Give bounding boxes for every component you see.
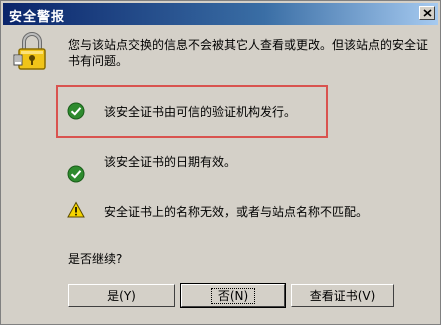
close-button[interactable] xyxy=(419,6,435,20)
title-bar[interactable]: 安全警报 xyxy=(3,3,438,25)
no-button-label: 否(N) xyxy=(210,287,256,304)
warning-icon xyxy=(67,201,85,218)
check-icon xyxy=(67,165,85,183)
view-certificate-button[interactable]: 查看证书(V) xyxy=(291,284,394,307)
lock-icon xyxy=(13,32,46,70)
close-icon xyxy=(423,9,432,17)
intro-text: 您与该站点交换的信息不会被其它人查看或更改。但该站点的安全证书有问题。 xyxy=(68,38,429,68)
continue-question: 是否继续? xyxy=(68,252,123,266)
window-title: 安全警报 xyxy=(9,10,66,25)
view-certificate-label: 查看证书(V) xyxy=(309,289,376,303)
no-button[interactable]: 否(N) xyxy=(180,283,286,308)
security-alert-dialog: 安全警报 您与该站点交换的信息不会被其它人查看或更改。但该站点的安全证书有问题。… xyxy=(0,0,441,325)
yes-button-label: 是(Y) xyxy=(107,289,136,303)
yes-button[interactable]: 是(Y) xyxy=(68,284,175,307)
cert-date-status: 该安全证书的日期有效。 xyxy=(104,155,237,169)
cert-name-status: 安全证书上的名称无效，或者与站点名称不匹配。 xyxy=(104,205,369,219)
check-icon xyxy=(67,102,85,120)
cert-issuer-status: 该安全证书由可信的验证机构发行。 xyxy=(104,105,297,119)
